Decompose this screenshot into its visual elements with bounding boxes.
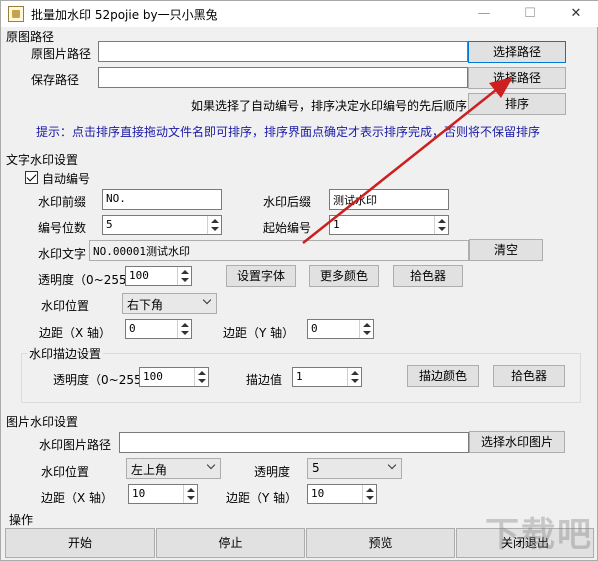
app-window: 批量加水印 52pojie by一只小黑兔 — ☐ ✕ 原图路径 原图片路径 选…: [0, 0, 598, 561]
site-watermark: 下载吧: [485, 515, 593, 555]
annotation-arrow-icon: [302, 77, 513, 244]
